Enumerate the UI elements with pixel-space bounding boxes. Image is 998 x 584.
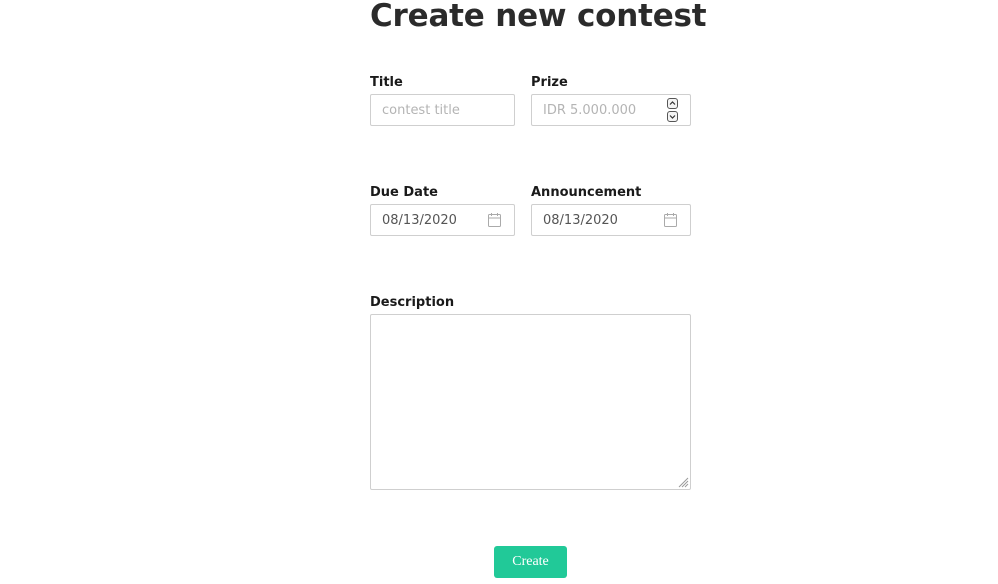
page-title: Create new contest bbox=[370, 0, 707, 34]
calendar-icon[interactable] bbox=[488, 213, 501, 227]
announcement-label: Announcement bbox=[531, 185, 642, 200]
due-date-value: 08/13/2020 bbox=[382, 213, 457, 228]
prize-stepper[interactable] bbox=[667, 98, 678, 122]
due-date-label: Due Date bbox=[370, 185, 438, 200]
resize-grip-icon[interactable] bbox=[676, 475, 689, 488]
prize-placeholder: IDR 5.000.000 bbox=[543, 103, 637, 118]
calendar-icon[interactable] bbox=[664, 213, 677, 227]
title-label: Title bbox=[370, 75, 403, 90]
announcement-value: 08/13/2020 bbox=[543, 213, 618, 228]
description-textarea[interactable] bbox=[370, 314, 691, 490]
stepper-down-icon[interactable] bbox=[667, 111, 678, 122]
prize-input[interactable]: IDR 5.000.000 bbox=[531, 94, 691, 126]
description-label: Description bbox=[370, 295, 455, 310]
prize-label: Prize bbox=[531, 75, 568, 90]
announcement-input[interactable]: 08/13/2020 bbox=[531, 204, 691, 236]
title-input[interactable]: contest title bbox=[370, 94, 515, 126]
create-button[interactable]: Create bbox=[494, 546, 567, 578]
stepper-up-icon[interactable] bbox=[667, 98, 678, 109]
title-placeholder: contest title bbox=[382, 103, 460, 118]
due-date-input[interactable]: 08/13/2020 bbox=[370, 204, 515, 236]
